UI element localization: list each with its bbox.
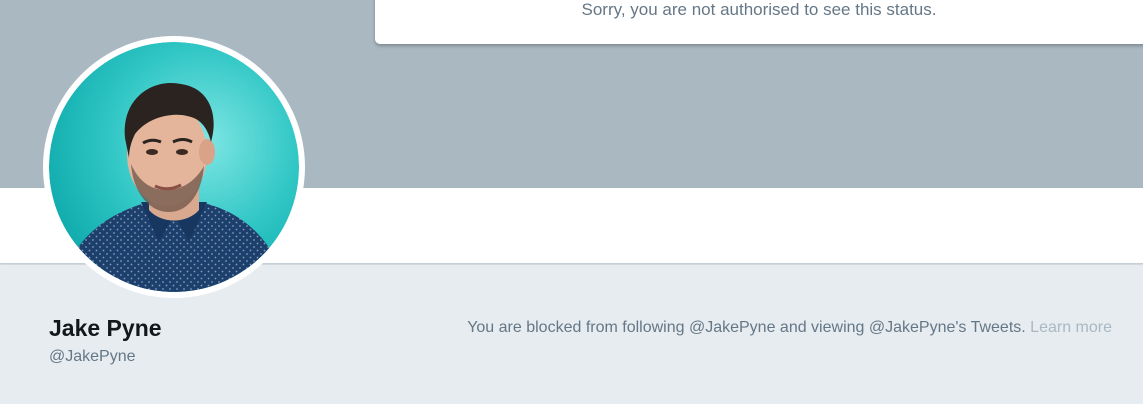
profile-screen-name[interactable]: @JakePyne: [49, 347, 136, 367]
status-unavailable-message: Sorry, you are not authorised to see thi…: [581, 0, 937, 19]
profile-display-name[interactable]: Jake Pyne: [49, 314, 162, 342]
status-card: Sorry, you are not authorised to see thi…: [375, 0, 1143, 44]
blocked-notice-text: You are blocked from following @JakePyne…: [467, 319, 1026, 336]
profile-page: Sorry, you are not authorised to see thi…: [0, 0, 1143, 404]
learn-more-link[interactable]: Learn more: [1030, 319, 1112, 336]
blocked-notice: You are blocked from following @JakePyne…: [467, 318, 1112, 338]
avatar-image: [49, 42, 299, 292]
profile-avatar[interactable]: [43, 36, 305, 298]
